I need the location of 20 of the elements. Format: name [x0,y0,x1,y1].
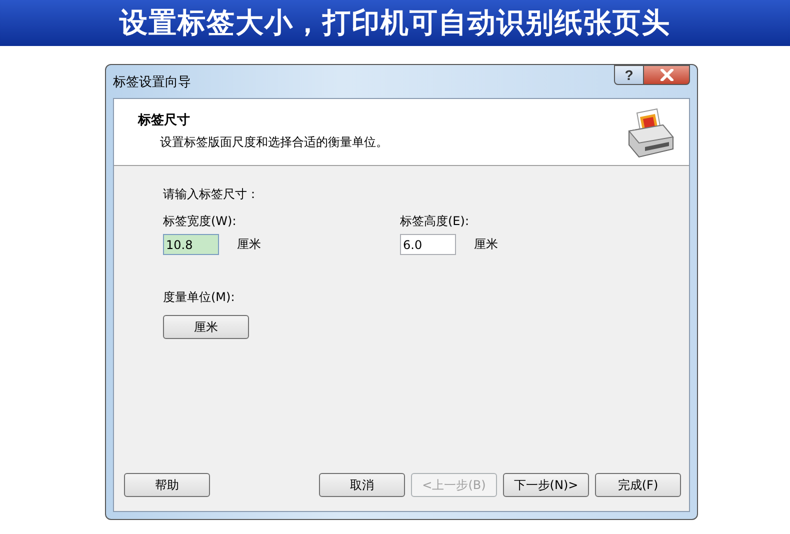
page-title: 标签尺寸 [138,112,191,129]
close-icon [660,69,674,81]
banner-title: 设置标签大小，打印机可自动识别纸张页头 [120,5,670,41]
field-label: 标签宽度(W): [163,213,238,230]
input-field[interactable]: 6.0 [400,234,456,255]
unit-label: 厘米 [237,236,261,253]
page-subtitle: 设置标签版面尺度和选择合适的衡量单位。 [159,134,388,151]
wizard-button[interactable]: 取消 [319,473,405,497]
wizard-button[interactable]: 下一步(N)> [503,473,589,497]
wizard-button[interactable]: 完成(F) [595,473,681,497]
help-button[interactable]: ? [614,65,644,85]
window-title: 标签设置向导 [113,74,191,91]
unit-button[interactable]: 厘米 [163,315,249,339]
field-label: 度量单位(M): [163,289,235,306]
close-button[interactable] [644,65,690,85]
help-text-button[interactable]: 帮助 [124,473,210,497]
prompt-label: 请输入标签尺寸： [163,186,259,203]
field-label: 标签高度(E): [400,213,470,230]
input-field[interactable]: 10.8 [163,234,219,255]
unit-label: 厘米 [474,236,498,253]
